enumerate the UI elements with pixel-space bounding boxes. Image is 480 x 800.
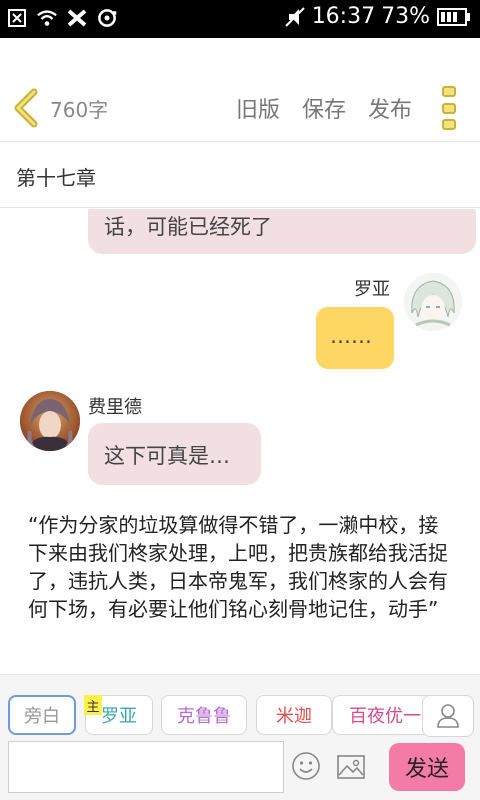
chip-label: 百夜优一 (349, 706, 421, 727)
avatar-fei[interactable] (20, 391, 80, 451)
clock: 16:37 (311, 4, 376, 29)
avatar-luoya[interactable] (404, 273, 462, 331)
chip-label: 米迦 (276, 706, 312, 727)
chip-label: 旁白 (24, 706, 60, 727)
status-bar: 16:37 73% (0, 0, 480, 38)
back-button[interactable] (12, 88, 42, 128)
message-input[interactable] (8, 741, 284, 793)
chapter-title[interactable]: 第十七章 (16, 162, 96, 191)
more-menu-button[interactable] (442, 86, 458, 130)
more-dot-icon (442, 119, 456, 130)
chip-kruru[interactable]: 克鲁鲁 (161, 695, 247, 735)
more-dot-icon (442, 86, 456, 97)
status-left-icons (6, 7, 118, 29)
mute-icon (284, 6, 306, 28)
battery-percent: 73% (381, 4, 430, 29)
wifi-icon (36, 7, 58, 29)
message-bubble-previous[interactable]: 话，可能已经死了 (88, 209, 476, 254)
image-icon (337, 755, 365, 779)
main-character-tag: 主 (84, 695, 102, 715)
smiley-icon (292, 752, 320, 780)
publish-button[interactable]: 发布 (368, 92, 412, 124)
emoji-button[interactable] (291, 751, 321, 781)
save-button[interactable]: 保存 (302, 92, 346, 124)
user-icon (437, 704, 459, 728)
message-bubble-fei[interactable]: 这下可真是… (88, 423, 261, 485)
status-right: 16:37 73% (284, 4, 472, 29)
compose-panel: 旁白 罗亚 克鲁鲁 米迦 百夜优一 主 发送 (0, 674, 480, 800)
character-name-luoya: 罗亚 (354, 279, 390, 300)
chip-narrator[interactable]: 旁白 (8, 695, 76, 735)
chevron-left-icon (14, 88, 38, 128)
notification-close-icon (6, 7, 28, 29)
chapter-header[interactable]: 第十七章 (0, 142, 480, 208)
toolbar-actions: 旧版 保存 发布 (236, 92, 412, 124)
send-button[interactable]: 发送 (389, 743, 465, 791)
add-character-button[interactable] (422, 695, 474, 737)
more-dot-icon (442, 102, 456, 114)
word-count: 760字 (50, 98, 109, 122)
message-bubble-luoya[interactable]: …… (316, 307, 394, 369)
hotspot-icon (96, 7, 118, 29)
old-version-button[interactable]: 旧版 (236, 92, 280, 124)
chip-mika[interactable]: 米迦 (256, 695, 332, 735)
character-chips: 旁白 罗亚 克鲁鲁 米迦 百夜优一 (8, 693, 472, 739)
narration-text[interactable]: “作为分家的垃圾算做得不错了，一濑中校，接下来由我们柊家处理，上吧，把贵族都给我… (28, 511, 448, 623)
battery-icon (436, 6, 472, 28)
character-name-fei: 费里德 (88, 397, 142, 418)
bluetooth-icon (66, 7, 88, 29)
chip-label: 罗亚 (101, 706, 137, 727)
editor-toolbar: 760字 旧版 保存 发布 (0, 38, 480, 142)
story-content[interactable]: 话，可能已经死了 罗亚 …… 费里德 这下可真是… “作为分家的垃圾算做得不错了… (0, 209, 480, 674)
image-button[interactable] (336, 753, 366, 781)
chip-label: 克鲁鲁 (177, 706, 231, 727)
